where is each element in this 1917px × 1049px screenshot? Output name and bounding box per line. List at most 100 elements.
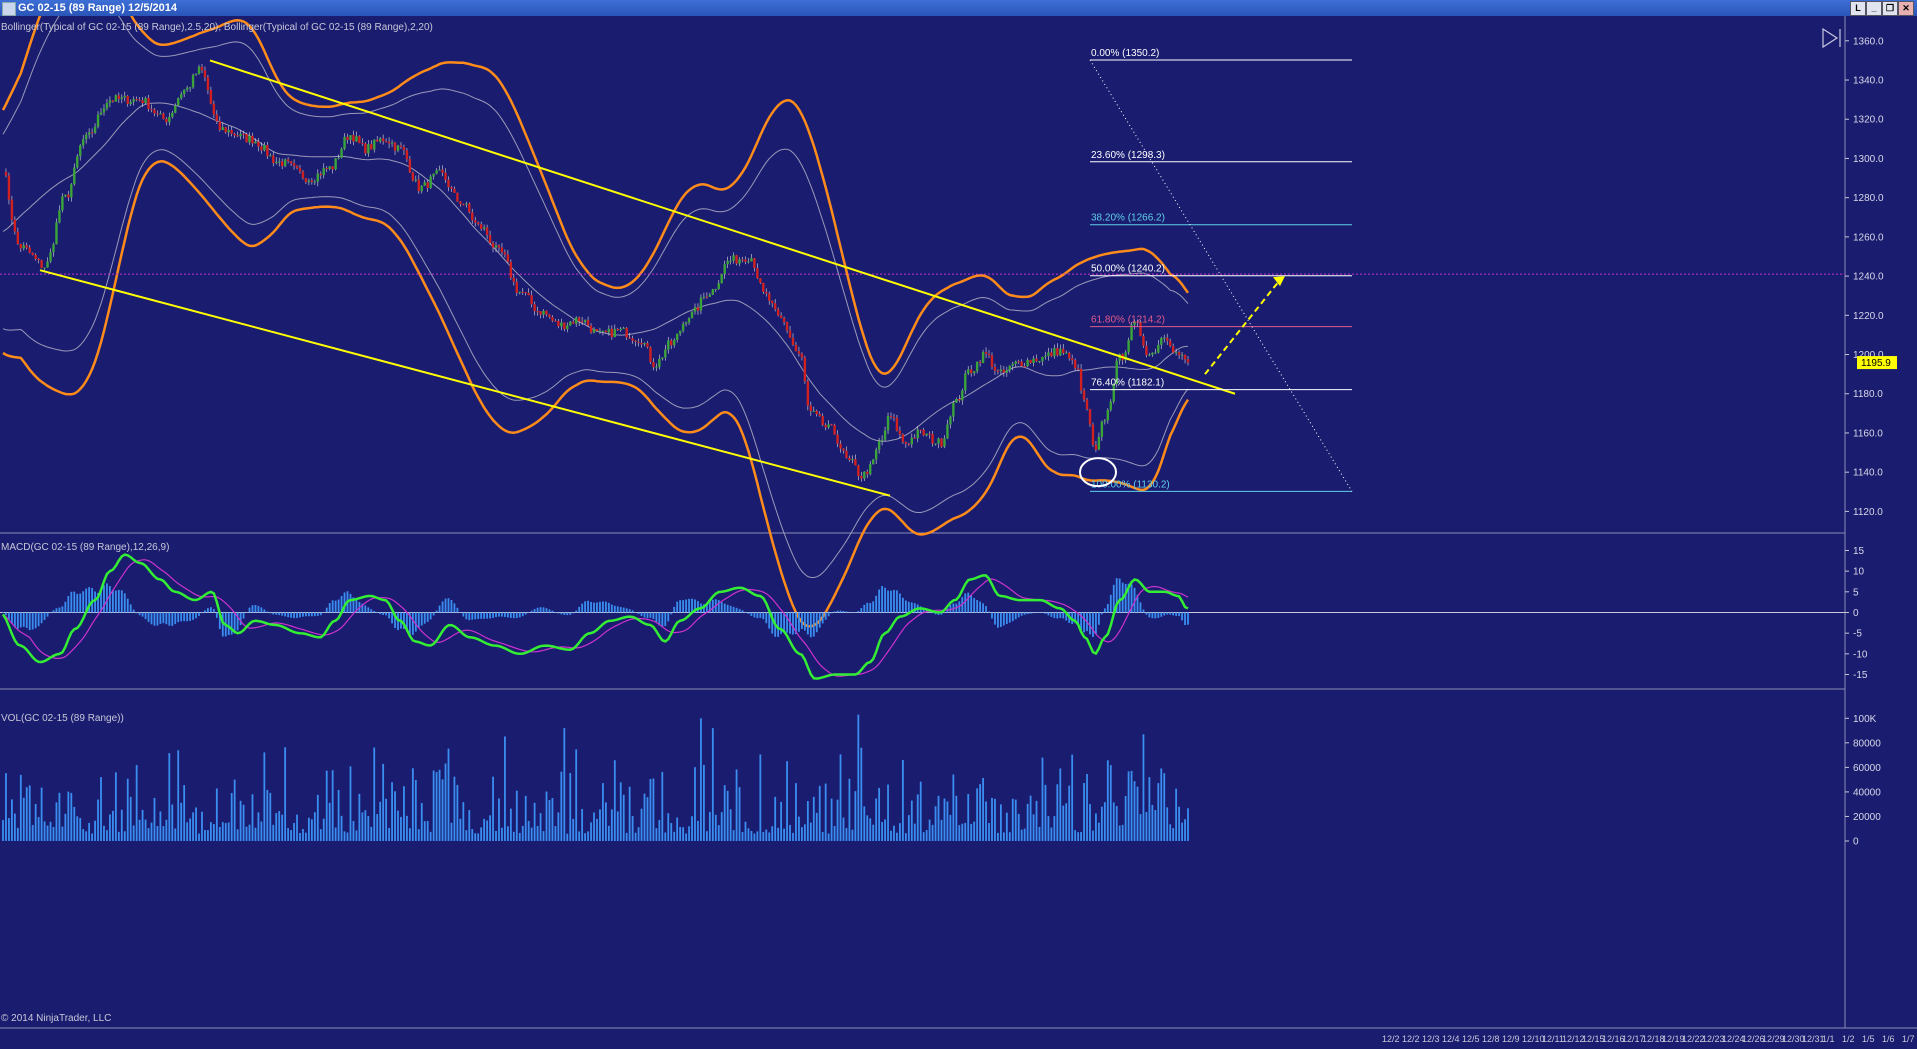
volume-bar xyxy=(705,831,708,841)
candle-body xyxy=(1171,346,1175,353)
volume-bar xyxy=(16,827,19,841)
macd-histogram-bar xyxy=(94,591,96,613)
candle-body xyxy=(827,424,830,428)
volume-bar xyxy=(272,824,275,841)
candle-body xyxy=(298,167,302,172)
candle-body xyxy=(673,339,676,346)
macd-histogram-bar xyxy=(569,612,572,615)
candle-body xyxy=(1041,356,1044,362)
candle-body xyxy=(22,245,25,249)
candle-body xyxy=(548,314,551,318)
volume-bar xyxy=(1020,829,1023,841)
candle-body xyxy=(34,254,37,259)
close-button[interactable]: ✕ xyxy=(1898,1,1914,16)
date-axis-label: 12/11 xyxy=(1542,1034,1564,1044)
volume-bar xyxy=(1062,805,1065,841)
macd-histogram-bar xyxy=(884,587,886,613)
candle-body xyxy=(453,188,456,193)
svg-text:1195.9: 1195.9 xyxy=(1861,358,1891,369)
candle-body xyxy=(1011,363,1014,366)
candle-body xyxy=(987,353,991,356)
candle-body xyxy=(233,133,236,136)
volume-bar xyxy=(132,825,135,841)
macd-histogram-bar xyxy=(557,612,560,614)
volume-bar xyxy=(985,801,987,841)
candle-body xyxy=(1109,401,1112,411)
minimize-button[interactable]: _ xyxy=(1866,1,1882,16)
volume-bar xyxy=(961,823,964,841)
copyright-text: © 2014 NinjaTrader, LLC xyxy=(1,1013,111,1024)
candle-body xyxy=(417,179,420,192)
candle-body xyxy=(726,260,729,265)
candle-body xyxy=(1127,340,1130,353)
candle-body xyxy=(376,139,379,142)
volume-bar xyxy=(212,824,215,841)
candle-body xyxy=(423,182,426,186)
candle-body xyxy=(643,343,646,345)
candle-body xyxy=(227,130,230,133)
macd-histogram-bar xyxy=(109,586,111,613)
volume-bar xyxy=(1175,788,1178,841)
volume-bar xyxy=(928,819,931,841)
volume-bar xyxy=(94,820,96,841)
macd-histogram-bar xyxy=(738,608,741,613)
volume-bar xyxy=(901,759,904,841)
volume-bar xyxy=(545,791,548,841)
chart-canvas[interactable]: 1360.0 1340.0 1320.0 1300.0 1280.0 1260.0 1240… xyxy=(0,16,1917,1049)
volume-bar xyxy=(554,826,557,841)
volume-bar xyxy=(11,799,13,841)
volume-bar xyxy=(1059,768,1062,841)
candle-body xyxy=(972,371,976,374)
candle-body xyxy=(946,424,949,439)
volume-bar xyxy=(73,806,76,841)
macd-histogram-bar xyxy=(628,609,631,613)
volume-bar xyxy=(973,821,976,841)
candle-body xyxy=(135,99,138,101)
macd-histogram-bar xyxy=(610,604,613,613)
macd-histogram-bar xyxy=(1083,612,1085,633)
candle-body xyxy=(212,103,216,115)
volume-bar xyxy=(685,833,687,841)
candle-body xyxy=(791,337,795,345)
volume-bar xyxy=(192,812,194,841)
macd-histogram-bar xyxy=(73,591,76,613)
candle-body xyxy=(352,135,355,142)
macd-histogram-bar xyxy=(287,612,290,618)
volume-bar xyxy=(946,801,949,841)
candle-body xyxy=(604,330,608,333)
volume-bar xyxy=(881,822,883,841)
volume-bar xyxy=(780,801,783,841)
volume-bar xyxy=(1032,814,1035,841)
macd-histogram-bar xyxy=(604,601,607,613)
volume-bar xyxy=(756,831,759,841)
candle-body xyxy=(426,182,429,188)
date-axis-label: 1/6 xyxy=(1882,1034,1895,1044)
candle-body xyxy=(310,180,314,183)
candle-body xyxy=(266,144,269,157)
restore-button[interactable]: ❐ xyxy=(1882,1,1898,16)
volume-bar xyxy=(925,830,928,841)
volume-bar xyxy=(1008,832,1011,841)
candle-body xyxy=(607,328,611,333)
volume-bar xyxy=(486,820,488,841)
date-axis-label: 12/3 xyxy=(1422,1034,1440,1044)
volume-bar xyxy=(346,832,349,841)
candle-body xyxy=(711,289,715,295)
macd-histogram-bar xyxy=(8,612,10,620)
volume-bar xyxy=(245,826,248,841)
macd-histogram-bar xyxy=(599,601,601,613)
macd-histogram-bar xyxy=(848,611,851,613)
volume-bar xyxy=(741,831,744,841)
candle-body xyxy=(500,247,504,253)
candle-body xyxy=(1183,354,1187,360)
candle-body xyxy=(123,95,126,98)
macd-histogram-bar xyxy=(1181,612,1183,621)
link-button[interactable]: L xyxy=(1850,1,1866,16)
candle-body xyxy=(73,167,76,185)
macd-histogram-bar xyxy=(245,612,248,613)
volume-bar xyxy=(183,785,186,841)
macd-histogram-bar xyxy=(272,612,275,615)
candle-body xyxy=(969,369,973,374)
candle-body xyxy=(756,268,759,279)
macd-histogram-bar xyxy=(857,611,860,613)
